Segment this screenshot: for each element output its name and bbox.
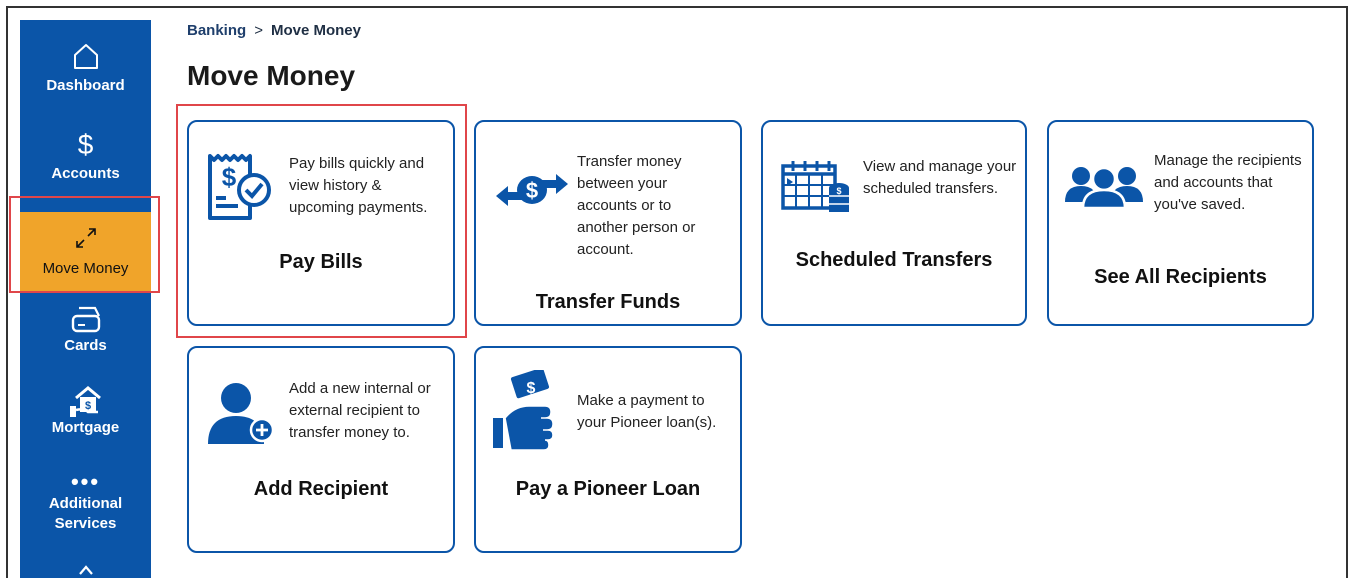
- card-description: Pay bills quickly and view history & upc…: [289, 155, 428, 216]
- arrows-diagonal-icon: [73, 225, 99, 251]
- card-title: Add Recipient: [253, 478, 389, 500]
- sidebar-item-accounts[interactable]: $ Accounts: [20, 130, 151, 206]
- more-dots-icon: •••: [70, 469, 101, 494]
- breadcrumb-separator: >: [254, 22, 263, 39]
- svg-text:$: $: [527, 380, 536, 397]
- sidebar-item-additional-services[interactable]: ••• Additional Services: [20, 469, 151, 546]
- transfer-arrows-icon: $: [492, 172, 572, 213]
- card-description: Manage the recipients and accounts that …: [1154, 152, 1302, 213]
- breadcrumb-current: Move Money: [270, 22, 361, 39]
- card-title: Pay Bills: [279, 251, 363, 273]
- calendar-coins-icon: $: [779, 158, 853, 225]
- card-title: Scheduled Transfers: [795, 249, 993, 271]
- card-title: See All Recipients: [1094, 266, 1267, 288]
- sidebar-nav: Dashboard $ Accounts Move Money Cards $ …: [20, 20, 151, 578]
- card-pay-bills[interactable]: $ Pay bills quickly and view history & u…: [187, 120, 455, 326]
- credit-card-icon: [69, 304, 103, 334]
- dollar-icon: $: [77, 129, 94, 160]
- page-title: Move Money: [187, 60, 356, 91]
- chevron-up-icon: [78, 564, 94, 576]
- card-title: Transfer Funds: [535, 291, 681, 313]
- card-see-all-recipients[interactable]: Manage the recipients and accounts that …: [1047, 120, 1314, 326]
- card-title: Pay a Pioneer Loan: [515, 478, 701, 500]
- breadcrumb: Banking > Move Money: [187, 22, 361, 39]
- sidebar-item-label: Dashboard: [46, 77, 125, 94]
- sidebar-item-label: Additional Services: [48, 495, 123, 532]
- hand-money-icon: $: [491, 367, 561, 455]
- sidebar-item-label: Move Money: [42, 260, 129, 277]
- card-description: Transfer money between your accounts or …: [577, 153, 696, 258]
- home-icon: [72, 42, 100, 70]
- house-hand-icon: $: [68, 384, 104, 418]
- sidebar-item-dashboard[interactable]: Dashboard: [20, 42, 151, 122]
- card-pay-pioneer-loan[interactable]: $ Make a payment to your Pioneer loan(s)…: [474, 346, 742, 553]
- card-description: Make a payment to your Pioneer loan(s).: [577, 392, 717, 431]
- card-description: View and manage your scheduled transfers…: [863, 158, 1017, 197]
- sidebar-item-move-money[interactable]: Move Money: [20, 212, 151, 292]
- card-description: Add a new internal or external recipient…: [289, 380, 431, 441]
- card-transfer-funds[interactable]: $ Transfer money between your accounts o…: [474, 120, 742, 326]
- sidebar-item-next[interactable]: [20, 564, 151, 578]
- sidebar-item-label: Mortgage: [51, 419, 120, 436]
- sidebar-item-label: Accounts: [51, 165, 120, 182]
- sidebar-item-cards[interactable]: Cards: [20, 304, 151, 368]
- svg-text:$: $: [222, 162, 237, 192]
- bill-check-icon: $: [204, 152, 276, 229]
- add-person-icon: [206, 380, 278, 453]
- breadcrumb-link-banking[interactable]: Banking: [187, 22, 246, 39]
- card-add-recipient[interactable]: Add a new internal or external recipient…: [187, 346, 455, 553]
- people-group-icon: [1065, 162, 1143, 215]
- sidebar-item-mortgage[interactable]: $ Mortgage: [20, 384, 151, 454]
- svg-text:$: $: [526, 178, 538, 203]
- card-scheduled-transfers[interactable]: $ View and manage your scheduled transfe…: [761, 120, 1027, 326]
- sidebar-item-label: Cards: [64, 337, 107, 354]
- svg-text:$: $: [836, 186, 841, 196]
